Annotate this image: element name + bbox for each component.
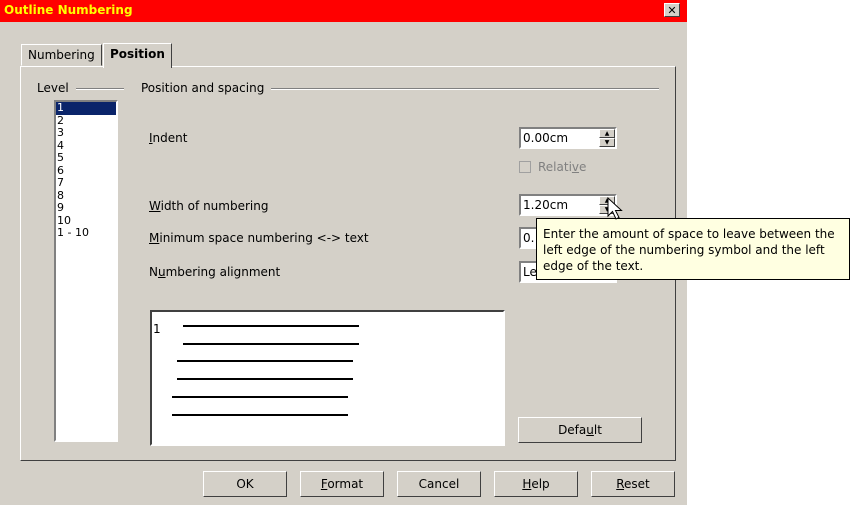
mouse-cursor-icon xyxy=(607,196,623,220)
format-button[interactable]: Format xyxy=(300,471,384,497)
preview-line xyxy=(172,414,348,416)
indent-down-icon[interactable]: ▼ xyxy=(599,138,615,147)
width-spinbox[interactable]: 1.20cm ▲ ▼ xyxy=(519,194,617,216)
default-button[interactable]: Default xyxy=(518,417,642,443)
relative-checkbox[interactable] xyxy=(519,161,531,173)
window-title: Outline Numbering xyxy=(4,3,133,17)
numbering-preview: 1 xyxy=(150,310,505,446)
indent-up-icon[interactable]: ▲ xyxy=(599,129,615,138)
reset-button[interactable]: Reset xyxy=(591,471,675,497)
indent-spin-buttons: ▲ ▼ xyxy=(599,129,615,147)
level-list-item[interactable]: 4 xyxy=(56,139,116,153)
level-list-item[interactable]: 7 xyxy=(56,176,116,190)
help-button[interactable]: Help xyxy=(494,471,578,497)
level-group-line xyxy=(76,88,124,90)
level-listbox[interactable]: 1 2 3 4 5 6 7 8 9 10 1 - 10 xyxy=(54,100,118,442)
level-list-item[interactable]: 8 xyxy=(56,189,116,203)
preview-line xyxy=(177,360,353,362)
level-list-item[interactable]: 1 - 10 xyxy=(56,226,116,240)
preview-line xyxy=(177,378,353,380)
close-icon: ✕ xyxy=(667,4,677,17)
preview-line xyxy=(183,343,359,345)
indent-spinbox[interactable]: 0.00cm ▲ ▼ xyxy=(519,127,617,149)
tab-position-label: Position xyxy=(110,47,165,61)
level-list-item[interactable]: 1 xyxy=(56,101,116,115)
level-list-item[interactable]: 3 xyxy=(56,126,116,140)
alignment-value: Le xyxy=(523,265,537,279)
min-space-value: 0. xyxy=(523,231,535,245)
preview-number: 1 xyxy=(153,322,161,336)
alignment-label: Numbering alignment xyxy=(149,265,281,279)
tab-numbering[interactable]: Numbering xyxy=(21,44,102,66)
position-group-label: Position and spacing xyxy=(141,81,265,95)
tooltip: Enter the amount of space to leave betwe… xyxy=(536,218,850,280)
title-bar[interactable]: Outline Numbering ✕ xyxy=(0,0,687,22)
ok-button[interactable]: OK xyxy=(203,471,287,497)
cancel-button[interactable]: Cancel xyxy=(397,471,481,497)
tab-numbering-label: Numbering xyxy=(28,48,95,62)
relative-label: Relative xyxy=(538,160,587,174)
width-value: 1.20cm xyxy=(523,198,569,212)
level-list-item[interactable]: 2 xyxy=(56,114,116,128)
position-group-line xyxy=(271,88,659,90)
indent-value: 0.00cm xyxy=(523,131,569,145)
tab-position[interactable]: Position xyxy=(103,43,172,68)
preview-line xyxy=(172,396,348,398)
width-label: Width of numbering xyxy=(149,199,269,213)
level-group-label: Level xyxy=(37,81,69,95)
preview-line xyxy=(183,325,359,327)
level-list-item[interactable]: 5 xyxy=(56,151,116,165)
indent-label: Indent xyxy=(149,131,188,145)
level-list-item[interactable]: 9 xyxy=(56,201,116,215)
level-list-item[interactable]: 6 xyxy=(56,164,116,178)
close-button[interactable]: ✕ xyxy=(664,3,680,17)
min-space-label: Minimum space numbering <-> text xyxy=(149,231,369,245)
